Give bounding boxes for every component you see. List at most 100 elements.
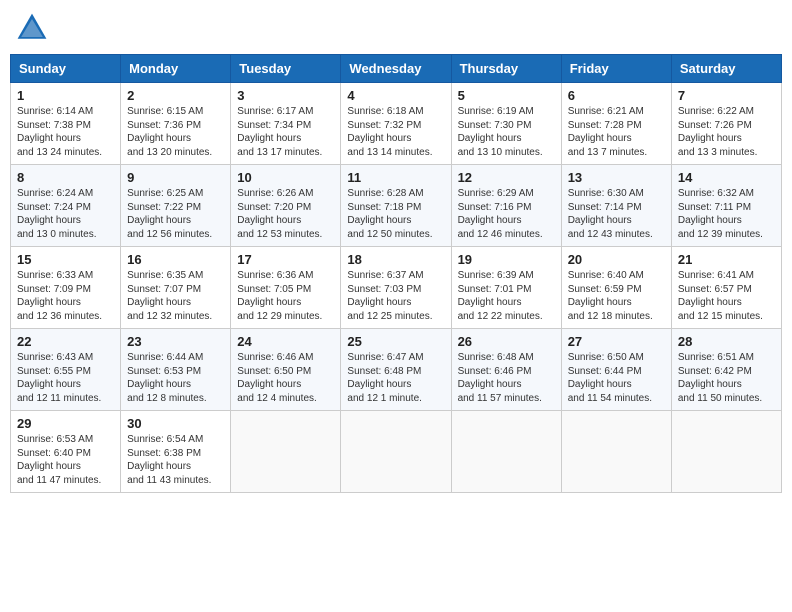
day-info: Sunrise: 6:18 AMSunset: 7:32 PMDaylight … — [347, 105, 444, 159]
day-cell: 6 Sunrise: 6:21 AMSunset: 7:28 PMDayligh… — [561, 83, 671, 165]
day-cell: 23 Sunrise: 6:44 AMSunset: 6:53 PMDaylig… — [121, 329, 231, 411]
day-number: 12 — [458, 170, 555, 185]
day-number: 22 — [17, 334, 114, 349]
day-number: 15 — [17, 252, 114, 267]
day-number: 23 — [127, 334, 224, 349]
day-cell: 14 Sunrise: 6:32 AMSunset: 7:11 PMDaylig… — [671, 165, 781, 247]
day-info: Sunrise: 6:17 AMSunset: 7:34 PMDaylight … — [237, 105, 334, 159]
day-cell: 28 Sunrise: 6:51 AMSunset: 6:42 PMDaylig… — [671, 329, 781, 411]
day-info: Sunrise: 6:48 AMSunset: 6:46 PMDaylight … — [458, 351, 555, 405]
day-info: Sunrise: 6:33 AMSunset: 7:09 PMDaylight … — [17, 269, 114, 323]
day-number: 7 — [678, 88, 775, 103]
day-info: Sunrise: 6:47 AMSunset: 6:48 PMDaylight … — [347, 351, 444, 405]
day-cell: 8 Sunrise: 6:24 AMSunset: 7:24 PMDayligh… — [11, 165, 121, 247]
day-number: 21 — [678, 252, 775, 267]
day-cell — [671, 411, 781, 493]
day-cell: 19 Sunrise: 6:39 AMSunset: 7:01 PMDaylig… — [451, 247, 561, 329]
day-cell: 9 Sunrise: 6:25 AMSunset: 7:22 PMDayligh… — [121, 165, 231, 247]
week-row-2: 8 Sunrise: 6:24 AMSunset: 7:24 PMDayligh… — [11, 165, 782, 247]
day-number: 20 — [568, 252, 665, 267]
day-info: Sunrise: 6:43 AMSunset: 6:55 PMDaylight … — [17, 351, 114, 405]
day-cell: 21 Sunrise: 6:41 AMSunset: 6:57 PMDaylig… — [671, 247, 781, 329]
day-number: 29 — [17, 416, 114, 431]
week-row-1: 1 Sunrise: 6:14 AMSunset: 7:38 PMDayligh… — [11, 83, 782, 165]
day-info: Sunrise: 6:25 AMSunset: 7:22 PMDaylight … — [127, 187, 224, 241]
day-cell: 17 Sunrise: 6:36 AMSunset: 7:05 PMDaylig… — [231, 247, 341, 329]
day-cell: 30 Sunrise: 6:54 AMSunset: 6:38 PMDaylig… — [121, 411, 231, 493]
day-info: Sunrise: 6:36 AMSunset: 7:05 PMDaylight … — [237, 269, 334, 323]
day-info: Sunrise: 6:54 AMSunset: 6:38 PMDaylight … — [127, 433, 224, 487]
day-info: Sunrise: 6:44 AMSunset: 6:53 PMDaylight … — [127, 351, 224, 405]
day-cell: 15 Sunrise: 6:33 AMSunset: 7:09 PMDaylig… — [11, 247, 121, 329]
day-number: 26 — [458, 334, 555, 349]
logo-icon — [14, 10, 50, 46]
week-row-3: 15 Sunrise: 6:33 AMSunset: 7:09 PMDaylig… — [11, 247, 782, 329]
day-info: Sunrise: 6:51 AMSunset: 6:42 PMDaylight … — [678, 351, 775, 405]
day-number: 6 — [568, 88, 665, 103]
day-info: Sunrise: 6:30 AMSunset: 7:14 PMDaylight … — [568, 187, 665, 241]
day-number: 17 — [237, 252, 334, 267]
day-info: Sunrise: 6:28 AMSunset: 7:18 PMDaylight … — [347, 187, 444, 241]
day-cell: 2 Sunrise: 6:15 AMSunset: 7:36 PMDayligh… — [121, 83, 231, 165]
day-number: 1 — [17, 88, 114, 103]
day-cell: 10 Sunrise: 6:26 AMSunset: 7:20 PMDaylig… — [231, 165, 341, 247]
day-info: Sunrise: 6:37 AMSunset: 7:03 PMDaylight … — [347, 269, 444, 323]
day-number: 9 — [127, 170, 224, 185]
day-info: Sunrise: 6:19 AMSunset: 7:30 PMDaylight … — [458, 105, 555, 159]
day-info: Sunrise: 6:14 AMSunset: 7:38 PMDaylight … — [17, 105, 114, 159]
day-cell: 25 Sunrise: 6:47 AMSunset: 6:48 PMDaylig… — [341, 329, 451, 411]
calendar-table: SundayMondayTuesdayWednesdayThursdayFrid… — [10, 54, 782, 493]
day-cell: 20 Sunrise: 6:40 AMSunset: 6:59 PMDaylig… — [561, 247, 671, 329]
day-cell: 24 Sunrise: 6:46 AMSunset: 6:50 PMDaylig… — [231, 329, 341, 411]
day-cell: 4 Sunrise: 6:18 AMSunset: 7:32 PMDayligh… — [341, 83, 451, 165]
logo — [14, 10, 54, 46]
weekday-header-wednesday: Wednesday — [341, 55, 451, 83]
day-info: Sunrise: 6:39 AMSunset: 7:01 PMDaylight … — [458, 269, 555, 323]
weekday-header-sunday: Sunday — [11, 55, 121, 83]
day-cell — [231, 411, 341, 493]
day-number: 25 — [347, 334, 444, 349]
day-info: Sunrise: 6:21 AMSunset: 7:28 PMDaylight … — [568, 105, 665, 159]
day-number: 4 — [347, 88, 444, 103]
day-number: 30 — [127, 416, 224, 431]
day-number: 10 — [237, 170, 334, 185]
day-cell: 1 Sunrise: 6:14 AMSunset: 7:38 PMDayligh… — [11, 83, 121, 165]
day-info: Sunrise: 6:41 AMSunset: 6:57 PMDaylight … — [678, 269, 775, 323]
day-info: Sunrise: 6:22 AMSunset: 7:26 PMDaylight … — [678, 105, 775, 159]
day-number: 8 — [17, 170, 114, 185]
day-number: 14 — [678, 170, 775, 185]
weekday-header-monday: Monday — [121, 55, 231, 83]
weekday-header-thursday: Thursday — [451, 55, 561, 83]
weekday-header-friday: Friday — [561, 55, 671, 83]
day-cell: 11 Sunrise: 6:28 AMSunset: 7:18 PMDaylig… — [341, 165, 451, 247]
day-info: Sunrise: 6:32 AMSunset: 7:11 PMDaylight … — [678, 187, 775, 241]
day-cell: 22 Sunrise: 6:43 AMSunset: 6:55 PMDaylig… — [11, 329, 121, 411]
day-cell: 12 Sunrise: 6:29 AMSunset: 7:16 PMDaylig… — [451, 165, 561, 247]
day-number: 13 — [568, 170, 665, 185]
day-number: 18 — [347, 252, 444, 267]
day-number: 16 — [127, 252, 224, 267]
day-info: Sunrise: 6:40 AMSunset: 6:59 PMDaylight … — [568, 269, 665, 323]
day-info: Sunrise: 6:15 AMSunset: 7:36 PMDaylight … — [127, 105, 224, 159]
day-info: Sunrise: 6:35 AMSunset: 7:07 PMDaylight … — [127, 269, 224, 323]
day-number: 11 — [347, 170, 444, 185]
day-number: 19 — [458, 252, 555, 267]
day-info: Sunrise: 6:29 AMSunset: 7:16 PMDaylight … — [458, 187, 555, 241]
week-row-5: 29 Sunrise: 6:53 AMSunset: 6:40 PMDaylig… — [11, 411, 782, 493]
day-number: 5 — [458, 88, 555, 103]
day-number: 2 — [127, 88, 224, 103]
day-cell: 7 Sunrise: 6:22 AMSunset: 7:26 PMDayligh… — [671, 83, 781, 165]
weekday-header-row: SundayMondayTuesdayWednesdayThursdayFrid… — [11, 55, 782, 83]
day-cell: 26 Sunrise: 6:48 AMSunset: 6:46 PMDaylig… — [451, 329, 561, 411]
day-info: Sunrise: 6:24 AMSunset: 7:24 PMDaylight … — [17, 187, 114, 241]
day-info: Sunrise: 6:53 AMSunset: 6:40 PMDaylight … — [17, 433, 114, 487]
day-number: 27 — [568, 334, 665, 349]
day-number: 3 — [237, 88, 334, 103]
day-info: Sunrise: 6:46 AMSunset: 6:50 PMDaylight … — [237, 351, 334, 405]
weekday-header-saturday: Saturday — [671, 55, 781, 83]
day-cell: 29 Sunrise: 6:53 AMSunset: 6:40 PMDaylig… — [11, 411, 121, 493]
day-number: 24 — [237, 334, 334, 349]
day-cell: 3 Sunrise: 6:17 AMSunset: 7:34 PMDayligh… — [231, 83, 341, 165]
week-row-4: 22 Sunrise: 6:43 AMSunset: 6:55 PMDaylig… — [11, 329, 782, 411]
day-cell — [561, 411, 671, 493]
